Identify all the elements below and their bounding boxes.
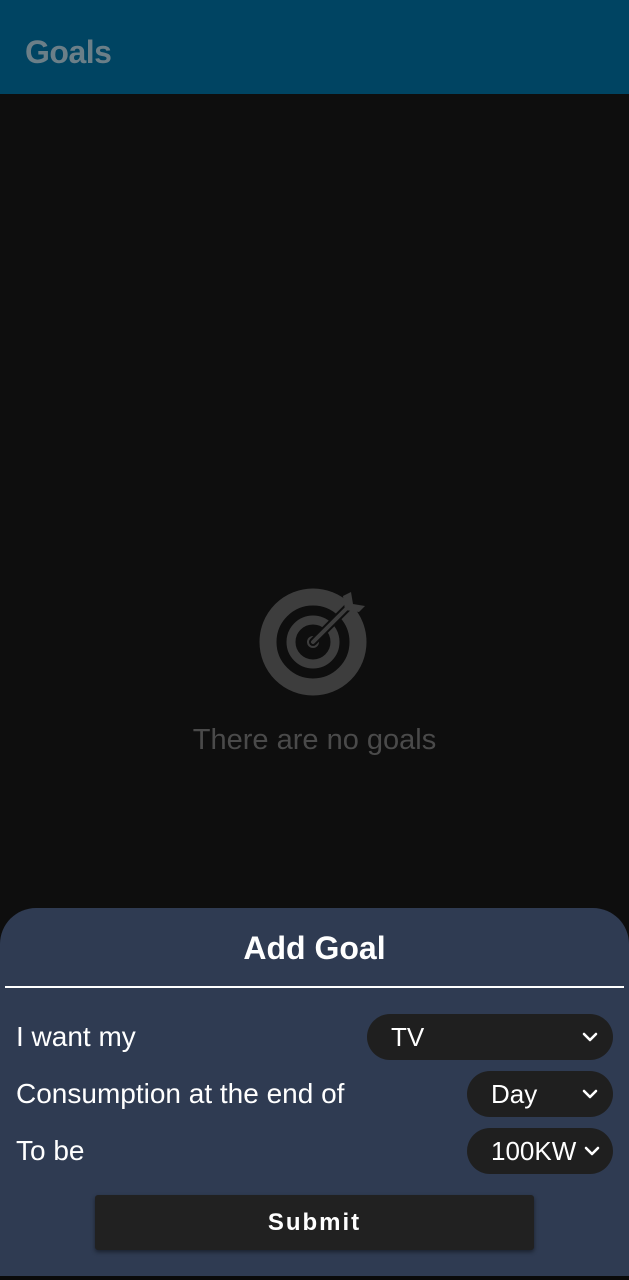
sheet-title: Add Goal bbox=[243, 930, 386, 966]
chevron-down-icon bbox=[584, 1146, 600, 1156]
target-icon bbox=[259, 588, 366, 696]
target-label: To be bbox=[16, 1135, 85, 1166]
target-select[interactable]: 100KW bbox=[467, 1128, 613, 1174]
chevron-down-icon bbox=[582, 1032, 598, 1042]
submit-button[interactable]: Submit bbox=[95, 1195, 534, 1250]
goals-screen: Goals There are no goals Add Goal I want… bbox=[0, 0, 629, 1280]
period-label: Consumption at the end of bbox=[16, 1078, 345, 1109]
empty-message: There are no goals bbox=[192, 724, 437, 756]
divider bbox=[5, 986, 624, 988]
bottom-edge bbox=[0, 1276, 629, 1280]
page-title: Goals bbox=[25, 34, 112, 70]
device-select[interactable]: TV bbox=[367, 1014, 613, 1060]
chevron-down-icon bbox=[582, 1089, 598, 1099]
period-select[interactable]: Day bbox=[467, 1071, 613, 1117]
device-select-value: TV bbox=[391, 1021, 425, 1052]
period-select-value: Day bbox=[491, 1078, 538, 1109]
add-goal-sheet: Add Goal I want my TV Consumption at the… bbox=[0, 908, 629, 1280]
device-label: I want my bbox=[16, 1021, 136, 1052]
empty-state: There are no goals bbox=[0, 586, 629, 757]
app-bar: Goals bbox=[0, 0, 629, 94]
target-select-value: 100KW bbox=[491, 1135, 577, 1166]
